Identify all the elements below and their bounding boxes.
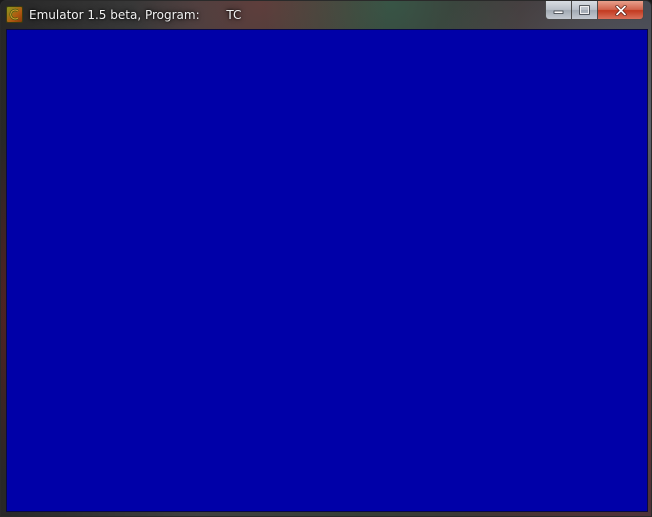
window-title: Emulator 1.5 beta, Program: TC — [29, 8, 242, 22]
emulator-app-icon[interactable] — [6, 6, 23, 23]
emulator-screen[interactable] — [6, 29, 648, 512]
close-button[interactable] — [598, 1, 644, 20]
maximize-button[interactable] — [572, 1, 598, 20]
title-bar[interactable]: Emulator 1.5 beta, Program: TC — [1, 1, 651, 29]
maximize-icon — [579, 5, 590, 15]
minimize-icon — [553, 10, 564, 14]
minimize-button[interactable] — [545, 1, 572, 20]
window-controls — [545, 1, 644, 20]
close-icon — [614, 4, 627, 16]
emulator-window: Emulator 1.5 beta, Program: TC — [0, 0, 652, 517]
